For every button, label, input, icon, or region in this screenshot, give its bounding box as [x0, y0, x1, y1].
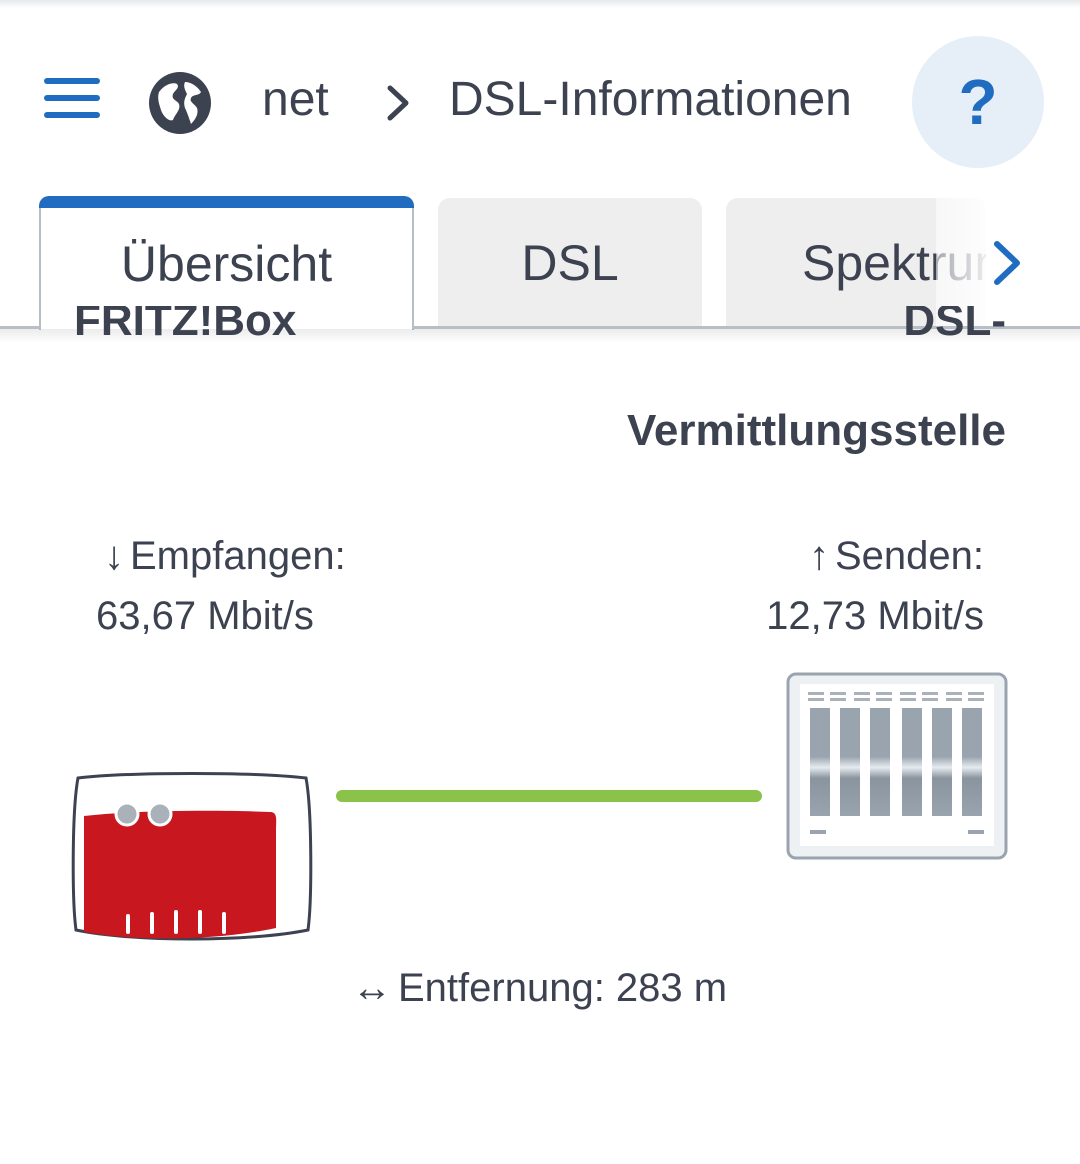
exchange-cabinet-icon — [786, 672, 1008, 860]
arrow-up-icon: ↑ — [808, 534, 829, 578]
arrow-left-right-icon: ↔ — [352, 966, 392, 1010]
app-header: net DSL-Informationen ? — [0, 0, 1080, 190]
tab-scroll-right-icon[interactable] — [985, 238, 1029, 288]
tab-label: Übersicht — [120, 236, 333, 292]
help-icon: ? — [958, 66, 998, 138]
help-button[interactable]: ? — [912, 36, 1044, 168]
breadcrumb-parent[interactable]: net — [262, 72, 329, 127]
arrow-down-icon: ↓ — [104, 534, 124, 578]
hamburger-menu-icon[interactable] — [44, 76, 100, 120]
dsl-connection-line — [336, 790, 762, 802]
receive-rate: 63,67 Mbit/s — [96, 594, 314, 638]
distance-info: ↔ Entfernung: 283 m — [352, 966, 728, 1010]
fritzbox-label: FRITZ!Box — [74, 306, 297, 345]
send-label: ↑ Senden: — [808, 534, 984, 578]
fritzbox-router-icon — [70, 770, 314, 944]
receive-label: ↓ Empfangen: — [104, 534, 346, 578]
globe-icon — [147, 70, 213, 136]
breadcrumb-current: DSL-Informationen — [449, 73, 852, 126]
send-rate: 12,73 Mbit/s — [766, 594, 984, 638]
tab-dsl[interactable]: DSL — [438, 198, 702, 328]
exchange-label-line1: DSL- — [903, 306, 1006, 345]
tab-label: DSL — [521, 235, 619, 291]
exchange-label-line2: Vermittlungsstelle — [626, 406, 1006, 455]
chevron-right-icon — [384, 80, 414, 126]
